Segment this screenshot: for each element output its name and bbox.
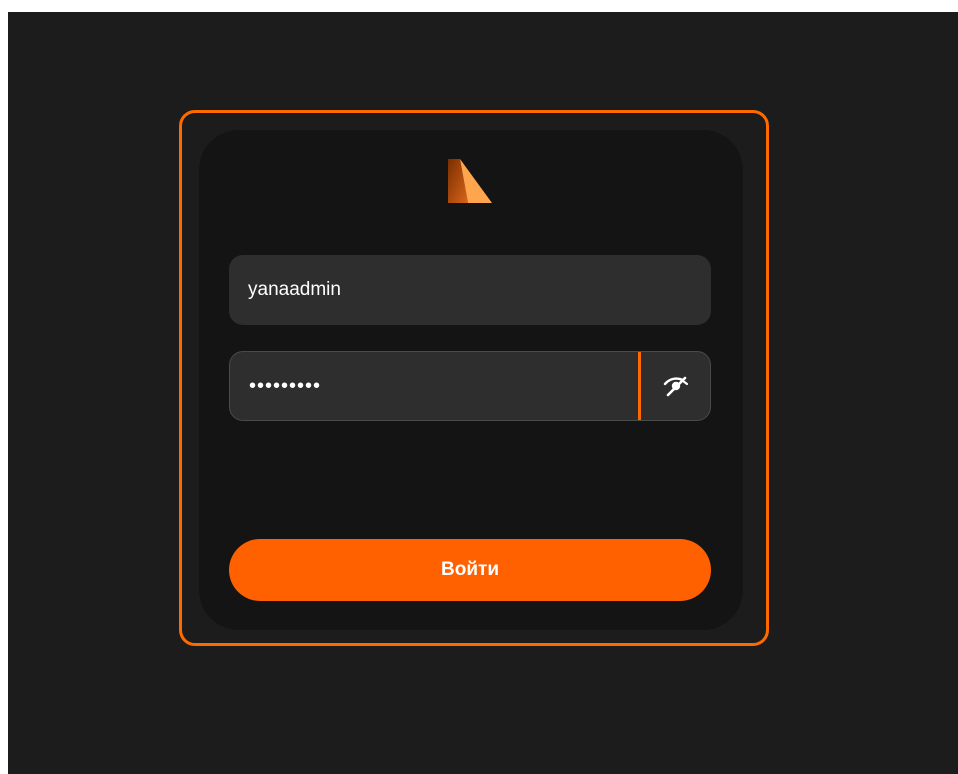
password-value: ••••••••• (249, 375, 322, 397)
password-visibility-toggle[interactable] (638, 352, 710, 420)
app-background: yanaadmin ••••••••• Войти (8, 12, 958, 774)
login-button[interactable]: Войти (229, 539, 711, 601)
eye-slash-icon (663, 376, 688, 397)
username-field[interactable]: yanaadmin (229, 255, 711, 325)
brand-logo-icon (448, 159, 492, 203)
brand-logo (446, 157, 494, 205)
login-form-frame: yanaadmin ••••••••• Войти (179, 110, 769, 646)
login-card: yanaadmin ••••••••• Войти (199, 130, 743, 630)
password-field[interactable]: ••••••••• (229, 351, 711, 421)
